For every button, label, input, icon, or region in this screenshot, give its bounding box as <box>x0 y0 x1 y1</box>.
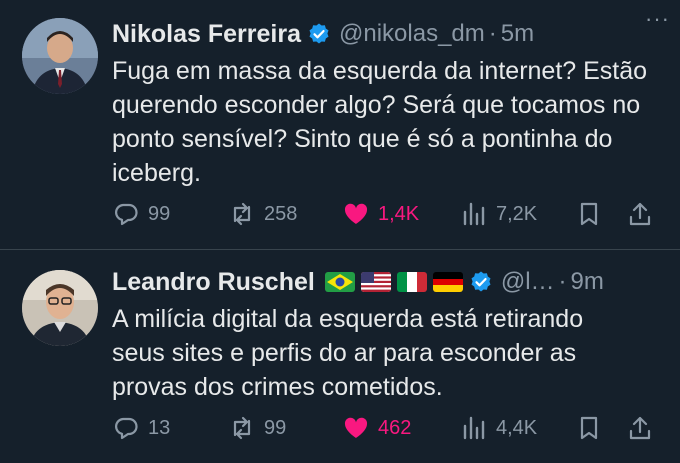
timestamp[interactable]: 9m <box>571 268 604 296</box>
tweet-text: A milícia digital da esquerda está retir… <box>112 305 584 401</box>
retweet-count: 258 <box>264 202 298 225</box>
separator-dot: · <box>488 20 497 47</box>
retweet-icon <box>233 416 251 440</box>
share-icon <box>629 416 651 440</box>
italy-flag-icon <box>396 272 427 292</box>
bookmark-icon <box>580 202 598 226</box>
retweet-icon <box>233 202 251 226</box>
author-handle[interactable]: @nikolas_dm <box>339 20 485 48</box>
heart-icon <box>344 417 368 438</box>
avatar[interactable] <box>22 270 98 346</box>
tweet[interactable]: Nikolas Ferreira @nikolas_dm · 5m Fuga e… <box>0 0 680 250</box>
retweet-button[interactable]: 99 <box>228 414 286 442</box>
share-button[interactable] <box>626 414 654 442</box>
analytics-icon <box>463 202 485 226</box>
like-count: 462 <box>378 416 412 439</box>
author-name[interactable]: Nikolas Ferreira <box>112 20 301 49</box>
verified-badge-icon <box>307 22 331 46</box>
tweet-text: Fuga em massa da esquerda da internet? E… <box>112 57 648 187</box>
usa-flag-icon <box>360 272 391 292</box>
avatar[interactable] <box>22 18 98 94</box>
like-button[interactable]: 1,4K <box>342 200 419 228</box>
separator-dot: · <box>558 268 567 295</box>
reply-icon <box>115 417 138 440</box>
timestamp[interactable]: 5m <box>501 20 534 48</box>
retweet-count: 99 <box>264 416 287 439</box>
reply-count: 99 <box>148 202 171 225</box>
author-handle[interactable]: @l… <box>501 268 555 296</box>
germany-flag-icon <box>432 272 463 292</box>
brazil-flag-icon <box>324 272 355 292</box>
bookmark-button[interactable] <box>575 200 603 228</box>
like-count: 1,4K <box>378 202 420 225</box>
views-button[interactable]: 4,4K <box>460 414 537 442</box>
share-icon <box>629 202 651 226</box>
author-name[interactable]: Leandro Ruschel <box>112 268 315 297</box>
share-button[interactable] <box>626 200 654 228</box>
bookmark-icon <box>580 416 598 440</box>
view-count: 4,4K <box>496 416 538 439</box>
heart-icon <box>344 203 368 224</box>
verified-badge-icon <box>469 270 493 294</box>
bookmark-button[interactable] <box>575 414 603 442</box>
like-button[interactable]: 462 <box>342 414 411 442</box>
reply-icon <box>115 203 138 226</box>
analytics-icon <box>463 416 485 440</box>
more-options-icon[interactable]: ··· <box>645 6 670 32</box>
views-button[interactable]: 7,2K <box>460 200 537 228</box>
tweet[interactable]: Leandro Ruschel @l… · 9m A milícia digit… <box>0 250 680 463</box>
retweet-button[interactable]: 258 <box>228 200 297 228</box>
reply-count: 13 <box>148 416 171 439</box>
reply-button[interactable]: 99 <box>112 200 170 228</box>
reply-button[interactable]: 13 <box>112 414 170 442</box>
view-count: 7,2K <box>496 202 538 225</box>
